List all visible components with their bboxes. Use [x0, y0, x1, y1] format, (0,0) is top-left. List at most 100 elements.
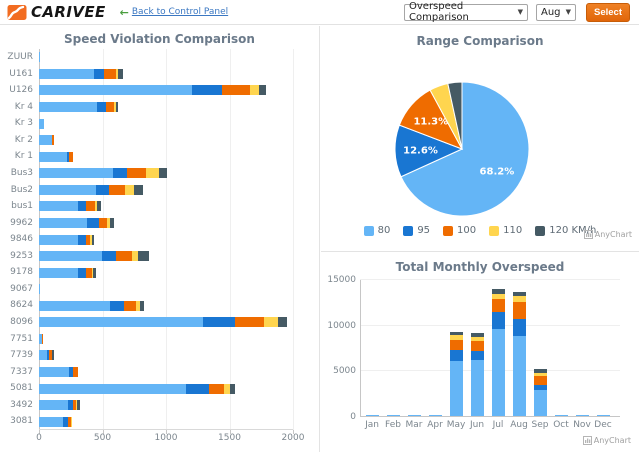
bar-segment-80[interactable]	[39, 367, 69, 377]
bar-segment-95[interactable]	[78, 268, 86, 278]
bar-segment-100[interactable]	[492, 299, 505, 312]
bar-column-Nov[interactable]	[576, 415, 589, 416]
bar-segment-100[interactable]	[222, 85, 251, 95]
bar-segment-100[interactable]	[116, 251, 133, 261]
bar-segment-110[interactable]	[146, 168, 159, 178]
legend-item-95[interactable]: 95	[403, 225, 430, 236]
bar-segment-100[interactable]	[235, 317, 264, 327]
bar-segment-80[interactable]	[39, 135, 52, 145]
bar-row[interactable]	[39, 384, 235, 394]
bar-segment-80[interactable]	[513, 336, 526, 416]
bar-column-Jun[interactable]	[471, 333, 484, 416]
bar-segment-80[interactable]	[39, 85, 192, 95]
bar-segment-100[interactable]	[209, 384, 224, 394]
bar-segment-80[interactable]	[492, 329, 505, 416]
bar-row[interactable]	[39, 284, 40, 294]
bar-segment-80[interactable]	[429, 415, 442, 416]
month-select[interactable]: Aug ▼	[536, 4, 576, 21]
bar-segment-100[interactable]	[534, 376, 547, 385]
bar-segment-80[interactable]	[39, 52, 40, 62]
legend-item-80[interactable]: 80	[364, 225, 391, 236]
report-type-select[interactable]: Overspeed Comparison ▼	[404, 4, 528, 21]
bar-segment-80[interactable]	[39, 400, 68, 410]
bar-segment-80[interactable]	[576, 415, 589, 416]
bar-column-Sep[interactable]	[534, 369, 547, 416]
bar-segment-80[interactable]	[39, 384, 186, 394]
bar-row[interactable]	[39, 135, 54, 145]
bar-segment-120 KM/h[interactable]	[92, 235, 94, 245]
bar-segment-100[interactable]	[124, 301, 136, 311]
bar-column-Jul[interactable]	[492, 289, 505, 416]
bar-segment-80[interactable]	[39, 350, 47, 360]
bar-segment-100[interactable]	[127, 168, 146, 178]
bar-segment-95[interactable]	[513, 319, 526, 336]
bar-segment-80[interactable]	[39, 168, 113, 178]
bar-column-Feb[interactable]	[387, 415, 400, 416]
bar-segment-80[interactable]	[39, 235, 78, 245]
bar-segment-120 KM/h[interactable]	[259, 85, 267, 95]
bar-row[interactable]	[39, 235, 94, 245]
bar-row[interactable]	[39, 69, 123, 79]
back-to-control-panel-link[interactable]: Back to Control Panel	[132, 7, 228, 17]
bar-row[interactable]	[39, 119, 44, 129]
bar-row[interactable]	[39, 350, 54, 360]
bar-segment-100[interactable]	[52, 135, 54, 145]
bar-row[interactable]	[39, 85, 266, 95]
bar-column-Apr[interactable]	[429, 415, 442, 416]
bar-segment-95[interactable]	[78, 235, 86, 245]
bar-segment-100[interactable]	[450, 340, 463, 351]
bar-segment-95[interactable]	[113, 168, 127, 178]
bar-row[interactable]	[39, 400, 80, 410]
bar-segment-120 KM/h[interactable]	[110, 218, 114, 228]
bar-row[interactable]	[39, 185, 143, 195]
bar-row[interactable]	[39, 417, 72, 427]
bar-segment-80[interactable]	[39, 102, 97, 112]
bar-segment-100[interactable]	[86, 201, 95, 211]
bar-segment-95[interactable]	[96, 185, 109, 195]
bar-segment-120 KM/h[interactable]	[93, 268, 96, 278]
bar-segment-120 KM/h[interactable]	[97, 201, 101, 211]
bar-segment-100[interactable]	[109, 185, 124, 195]
bar-segment-80[interactable]	[450, 361, 463, 416]
bar-segment-95[interactable]	[450, 350, 463, 361]
bar-segment-80[interactable]	[39, 201, 78, 211]
bar-row[interactable]	[39, 102, 118, 112]
legend-item-110[interactable]: 110	[489, 225, 522, 236]
bar-row[interactable]	[39, 201, 101, 211]
bar-segment-100[interactable]	[42, 334, 43, 344]
bar-segment-95[interactable]	[186, 384, 209, 394]
bar-segment-80[interactable]	[39, 417, 63, 427]
bar-segment-100[interactable]	[471, 341, 484, 350]
select-button[interactable]: Select	[586, 3, 630, 22]
bar-segment-80[interactable]	[39, 152, 67, 162]
bar-row[interactable]	[39, 251, 149, 261]
bar-column-Oct[interactable]	[555, 415, 568, 416]
bar-row[interactable]	[39, 367, 78, 377]
bar-segment-80[interactable]	[39, 268, 78, 278]
bar-segment-100[interactable]	[69, 152, 72, 162]
bar-segment-100[interactable]	[106, 102, 114, 112]
bar-segment-80[interactable]	[408, 415, 421, 416]
bar-segment-80[interactable]	[39, 301, 110, 311]
bar-segment-120 KM/h[interactable]	[140, 301, 144, 311]
bar-segment-120 KM/h[interactable]	[138, 251, 149, 261]
bar-segment-110[interactable]	[125, 185, 134, 195]
bar-row[interactable]	[39, 301, 144, 311]
bar-segment-80[interactable]	[39, 317, 203, 327]
bar-segment-110[interactable]	[250, 85, 258, 95]
bar-row[interactable]	[39, 317, 287, 327]
bar-segment-120 KM/h[interactable]	[118, 69, 122, 79]
bar-segment-95[interactable]	[102, 251, 116, 261]
bar-row[interactable]	[39, 268, 96, 278]
legend-item-100[interactable]: 100	[443, 225, 476, 236]
bar-segment-80[interactable]	[366, 415, 379, 416]
bar-segment-95[interactable]	[492, 312, 505, 329]
bar-row[interactable]	[39, 168, 167, 178]
bar-segment-80[interactable]	[39, 185, 96, 195]
bar-segment-120 KM/h[interactable]	[230, 384, 234, 394]
bar-column-May[interactable]	[450, 332, 463, 416]
bar-segment-95[interactable]	[87, 218, 99, 228]
bar-segment-95[interactable]	[471, 351, 484, 360]
bar-segment-120 KM/h[interactable]	[134, 185, 144, 195]
bar-segment-95[interactable]	[78, 201, 86, 211]
